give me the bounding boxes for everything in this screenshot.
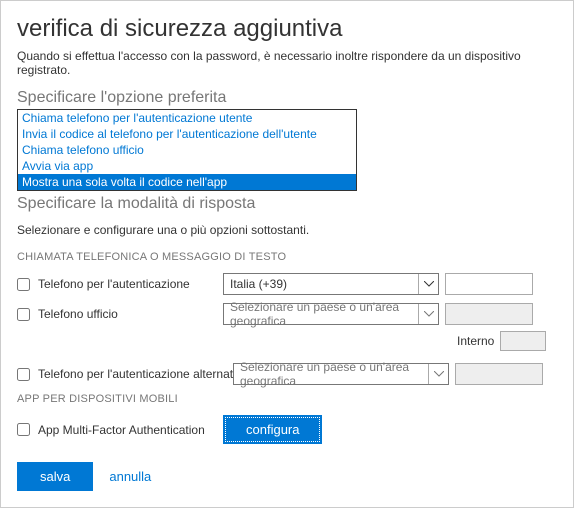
response-mode-help: Selezionare e configurare una o più opzi… (17, 223, 557, 237)
app-mfa-row: App Multi-Factor Authentication configur… (17, 415, 557, 444)
auth-phone-country-select[interactable]: Italia (+39) (223, 273, 439, 295)
office-phone-ext-input[interactable] (500, 331, 546, 351)
page-subtitle: Quando si effettua l'accesso con la pass… (17, 49, 557, 77)
auth-phone-row: Telefono per l'autenticazione Italia (+3… (17, 273, 557, 295)
office-phone-label: Telefono ufficio (38, 307, 118, 321)
chevron-down-icon (418, 304, 438, 324)
phone-section-label: CHIAMATA TELEFONICA O MESSAGGIO DI TESTO (17, 251, 557, 263)
office-phone-checkbox[interactable] (17, 308, 30, 321)
alt-phone-country-select[interactable]: Selezionare un paese o un'area geografic… (233, 363, 449, 385)
preferred-option-item-selected[interactable]: Mostra una sola volta il codice nell'app (18, 174, 356, 190)
page-title: verifica di sicurezza aggiuntiva (17, 15, 557, 43)
app-mfa-label: App Multi-Factor Authentication (38, 423, 205, 437)
preferred-option-item[interactable]: Chiama telefono ufficio (18, 142, 356, 158)
auth-phone-number-input[interactable] (445, 273, 533, 295)
auth-phone-label: Telefono per l'autenticazione (38, 277, 190, 291)
preferred-option-listbox[interactable]: Chiama telefono per l'autenticazione ute… (17, 109, 357, 191)
office-phone-row: Telefono ufficio Selezionare un paese o … (17, 303, 557, 325)
app-section-label: APP PER DISPOSITIVI MOBILI (17, 393, 557, 405)
office-phone-ext-row: Interno (457, 331, 557, 351)
alt-phone-country-value: Selezionare un paese o un'area geografic… (240, 360, 426, 388)
configure-button[interactable]: configura (223, 415, 322, 444)
alt-phone-checkbox[interactable] (17, 368, 30, 381)
alt-phone-label: Telefono per l'autenticazione alternativ… (38, 367, 248, 381)
actions-bar: salva annulla (17, 462, 557, 491)
app-mfa-checkbox[interactable] (17, 423, 30, 436)
office-phone-country-select[interactable]: Selezionare un paese o un'area geografic… (223, 303, 439, 325)
chevron-down-icon (418, 274, 438, 294)
auth-phone-country-value: Italia (+39) (230, 277, 287, 291)
alt-phone-row: Telefono per l'autenticazione alternativ… (17, 363, 557, 385)
preferred-option-item[interactable]: Chiama telefono per l'autenticazione ute… (18, 110, 356, 126)
auth-phone-checkbox[interactable] (17, 278, 30, 291)
alt-phone-number-input[interactable] (455, 363, 543, 385)
preferred-option-heading: Specificare l'opzione preferita (17, 89, 557, 107)
save-button[interactable]: salva (17, 462, 93, 491)
office-phone-number-input[interactable] (445, 303, 533, 325)
preferred-option-item[interactable]: Invia il codice al telefono per l'autent… (18, 126, 356, 142)
chevron-down-icon (428, 364, 448, 384)
office-phone-ext-label: Interno (457, 334, 494, 348)
preferred-option-item[interactable]: Avvia via app (18, 158, 356, 174)
cancel-link[interactable]: annulla (109, 469, 151, 484)
response-mode-heading: Specificare la modalità di risposta (17, 195, 557, 213)
office-phone-country-value: Selezionare un paese o un'area geografic… (230, 300, 416, 328)
